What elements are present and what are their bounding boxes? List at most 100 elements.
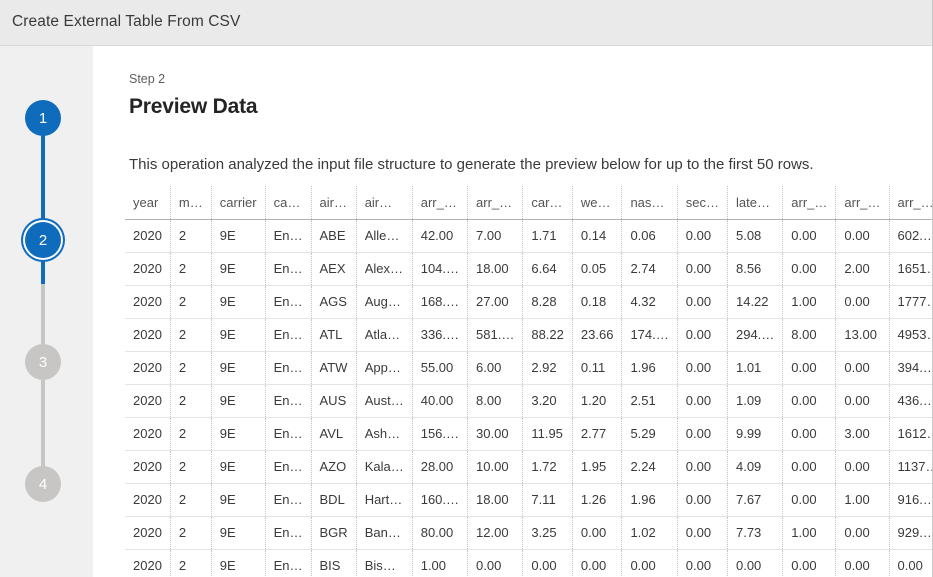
wizard-step-1[interactable]: 1 [25, 100, 61, 136]
column-header[interactable]: carrier [211, 186, 266, 220]
preview-table-scroll-region[interactable]: year m… carrier ca… air… air… arr_… arr_… car… we… [125, 186, 932, 577]
table-cell: 2 [170, 318, 212, 352]
table-cell: 0.00 [572, 516, 623, 550]
table-cell: 5.08 [727, 219, 784, 253]
table-cell: BGR [311, 516, 357, 550]
table-cell: 2.51 [621, 384, 678, 418]
table-cell: 0.00 [677, 417, 728, 451]
table-cell: AUS [311, 384, 357, 418]
table-cell: 30.00 [467, 417, 524, 451]
table-cell: 2020 [125, 384, 171, 418]
table-cell: 11.95 [522, 417, 573, 451]
table-cell: 2 [170, 450, 212, 484]
table-cell: En… [265, 318, 312, 352]
table-cell: 336.… [412, 318, 469, 352]
table-cell: En… [265, 384, 312, 418]
table-cell: 1.00 [782, 516, 837, 550]
table-cell: 2 [170, 285, 212, 319]
table-cell: 0.00 [835, 384, 890, 418]
column-header[interactable]: arr_… [889, 186, 932, 220]
table-cell: 174.… [621, 318, 678, 352]
table-cell: BIS [311, 549, 357, 577]
table-cell: 168.… [412, 285, 469, 319]
column-header[interactable]: m… [170, 186, 212, 220]
column-header[interactable]: air… [356, 186, 413, 220]
table-row[interactable]: 2020 2 9E En… ATW App… 55.00 6.00 2.92 0.11 1.96 0.… [125, 351, 932, 385]
table-row[interactable]: 2020 2 9E En… AUS Aust… 40.00 8.00 3.20 1.20 2.51 0… [125, 384, 932, 418]
table-cell: AGS [311, 285, 357, 319]
table-cell: 2020 [125, 285, 171, 319]
table-cell: Ban… [356, 516, 413, 550]
table-row[interactable]: 2020 2 9E En… AZO Kala… 28.00 10.00 1.72 1.95 2.24… [125, 450, 932, 484]
column-header[interactable]: year [125, 186, 171, 220]
table-cell: 13.00 [835, 318, 890, 352]
table-cell: En… [265, 483, 312, 517]
column-header[interactable]: arr_… [835, 186, 890, 220]
table-cell: 0.00 [677, 252, 728, 286]
table-cell: En… [265, 549, 312, 577]
table-cell: 2 [170, 516, 212, 550]
table-cell: 0.00 [782, 417, 837, 451]
column-header[interactable]: sec… [677, 186, 728, 220]
wizard-step-2[interactable]: 2 [25, 222, 61, 258]
wizard-step-3[interactable]: 3 [25, 344, 61, 380]
table-row[interactable]: 2020 2 9E En… ABE Alle… 42.00 7.00 1.71 0.14 0.06 0… [125, 219, 932, 253]
table-cell: 156.… [412, 417, 469, 451]
table-cell: 6.00 [467, 351, 524, 385]
table-cell: 8.56 [727, 252, 784, 286]
wizard-step-1-number: 1 [25, 100, 61, 136]
table-cell: 7.67 [727, 483, 784, 517]
table-cell: 3.00 [835, 417, 890, 451]
table-cell: 9E [211, 417, 266, 451]
table-cell: 9E [211, 483, 266, 517]
wizard-step-4[interactable]: 4 [25, 466, 61, 502]
column-header[interactable]: nas… [621, 186, 678, 220]
table-cell: 14.22 [727, 285, 784, 319]
table-cell: 0.00 [467, 549, 524, 577]
table-cell: ATW [311, 351, 357, 385]
table-cell: 0.00 [677, 450, 728, 484]
table-cell: 2.77 [572, 417, 623, 451]
table-cell: 0.00 [782, 483, 837, 517]
column-header[interactable]: we… [572, 186, 623, 220]
table-cell: En… [265, 252, 312, 286]
table-cell: 1.20 [572, 384, 623, 418]
table-row[interactable]: 2020 2 9E En… AVL Ash… 156.… 30.00 11.95 2.77 5.29… [125, 417, 932, 451]
column-header[interactable]: ca… [265, 186, 312, 220]
column-header[interactable]: late… [727, 186, 784, 220]
column-header[interactable]: air… [311, 186, 357, 220]
table-cell: 27.00 [467, 285, 524, 319]
table-row[interactable]: 2020 2 9E En… ATL Atla… 336.… 581.… 88.22 23.66 17… [125, 318, 932, 352]
column-header[interactable]: car… [522, 186, 573, 220]
table-cell: 9E [211, 384, 266, 418]
table-row[interactable]: 2020 2 9E En… BGR Ban… 80.00 12.00 3.25 0.00 1.02 0… [125, 516, 932, 550]
table-cell: 9E [211, 351, 266, 385]
table-row[interactable]: 2020 2 9E En… AEX Alex… 104.… 18.00 6.64 0.05 2.74… [125, 252, 932, 286]
column-header[interactable]: arr_… [782, 186, 837, 220]
preview-table-body: 2020 2 9E En… ABE Alle… 42.00 7.00 1.71 0.14 0.06 0… [125, 219, 932, 577]
table-cell: 0.00 [677, 384, 728, 418]
table-row[interactable]: 2020 2 9E En… BIS Bis… 1.00 0.00 0.00 0.00 0.00 0.0… [125, 549, 932, 577]
table-cell: 12.00 [467, 516, 524, 550]
table-cell: 602.… [889, 219, 932, 253]
table-cell: 0.00 [677, 285, 728, 319]
preview-header-row: year m… carrier ca… air… air… arr_… arr_… car… we… [125, 186, 932, 220]
table-cell: 4.09 [727, 450, 784, 484]
table-cell: 0.00 [835, 285, 890, 319]
table-cell: 1.96 [621, 483, 678, 517]
column-header[interactable]: arr_… [467, 186, 524, 220]
table-cell: 18.00 [467, 252, 524, 286]
table-cell: 9E [211, 516, 266, 550]
table-cell: 7.00 [467, 219, 524, 253]
table-cell: 0.14 [572, 219, 623, 253]
table-cell: 4953… [889, 318, 932, 352]
table-cell: 0.18 [572, 285, 623, 319]
table-cell: 1651… [889, 252, 932, 286]
table-row[interactable]: 2020 2 9E En… BDL Hart… 160.… 18.00 7.11 1.26 1.96… [125, 483, 932, 517]
table-cell: 0.00 [835, 351, 890, 385]
page-title: Preview Data [129, 95, 258, 118]
table-cell: Hart… [356, 483, 413, 517]
table-row[interactable]: 2020 2 9E En… AGS Aug… 168.… 27.00 8.28 0.18 4.32 0… [125, 285, 932, 319]
table-cell: En… [265, 351, 312, 385]
column-header[interactable]: arr_… [412, 186, 469, 220]
